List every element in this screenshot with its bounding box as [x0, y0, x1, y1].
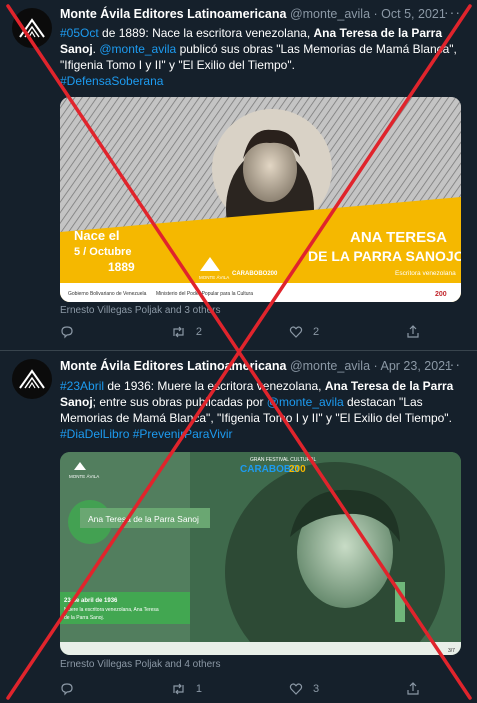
- share-icon: [407, 325, 419, 338]
- svg-text:1889: 1889: [108, 260, 135, 274]
- svg-text:200: 200: [289, 464, 306, 475]
- svg-text:200: 200: [435, 291, 447, 298]
- banner-graphic: Nace el 5 / Octubre 1889 ANA TERESA DE L…: [60, 97, 461, 302]
- svg-text:DE LA PARRA SANOJO: DE LA PARRA SANOJO: [308, 248, 461, 264]
- retweet-button[interactable]: 1: [171, 682, 202, 696]
- banner-graphic: MONTE ÁVILA GRAN FESTIVAL CULTURAL CARAB…: [60, 452, 461, 655]
- retweet-icon: [173, 326, 184, 338]
- like-count: 2: [312, 326, 320, 338]
- tweet-image[interactable]: MONTE ÁVILA GRAN FESTIVAL CULTURAL CARAB…: [60, 452, 461, 655]
- avatar-logo-icon: [19, 18, 45, 38]
- svg-text:Muere la escritora venezolana,: Muere la escritora venezolana, Ana Teres…: [64, 607, 159, 613]
- svg-text:de la Parra Sanoj.: de la Parra Sanoj.: [64, 615, 104, 621]
- more-icon[interactable]: ···: [444, 4, 461, 20]
- share-button[interactable]: [406, 682, 420, 696]
- tweet-text: #05Oct de 1889: Nace la escritora venezo…: [60, 26, 457, 88]
- svg-text:Ministerio del Poder Popular p: Ministerio del Poder Popular para la Cul…: [156, 291, 253, 297]
- reply-button[interactable]: [60, 325, 84, 339]
- mention-link[interactable]: @monte_avila: [267, 395, 344, 409]
- svg-text:Escritora venezolana: Escritora venezolana: [395, 270, 456, 277]
- avatar[interactable]: [12, 359, 52, 399]
- tagged-users[interactable]: Ernesto Villegas Poljak and 4 others: [60, 659, 220, 670]
- hashtag-link[interactable]: #DiaDelLibro: [60, 427, 129, 441]
- share-button[interactable]: [406, 325, 420, 339]
- hashtag-link[interactable]: #PrevenirParaVivir: [133, 427, 233, 441]
- like-button[interactable]: 3: [289, 682, 319, 696]
- reply-icon: [61, 326, 73, 339]
- retweet-count: 1: [195, 683, 203, 695]
- author-handle[interactable]: @monte_avila: [290, 359, 370, 373]
- retweet-icon: [173, 683, 184, 695]
- birth-label: Nace el: [74, 228, 120, 243]
- reply-icon: [61, 683, 73, 696]
- tweet-1[interactable]: Monte Ávila Editores Latinoamericana @mo…: [0, 0, 477, 350]
- svg-text:Gobierno Bolivariano de Venezu: Gobierno Bolivariano de Venezuela: [68, 291, 147, 297]
- name-box: Ana Teresa de la Parra Sanoj: [88, 514, 199, 524]
- tweet-actions: 2 2: [60, 325, 420, 339]
- more-icon[interactable]: ···: [444, 356, 461, 372]
- tweet-2[interactable]: Monte Ávila Editores Latinoamericana @mo…: [0, 351, 477, 703]
- like-button[interactable]: 2: [289, 325, 319, 339]
- share-icon: [407, 682, 419, 695]
- author-name[interactable]: Monte Ávila Editores Latinoamericana: [60, 7, 286, 21]
- avatar-logo-icon: [19, 369, 45, 389]
- tweet-header: Monte Ávila Editores Latinoamericana @mo…: [60, 7, 446, 21]
- svg-text:CARABOBO200: CARABOBO200: [232, 271, 278, 277]
- avatar[interactable]: [12, 8, 52, 48]
- like-icon: [289, 326, 303, 338]
- tweet-date[interactable]: Apr 23, 2021: [380, 359, 452, 373]
- svg-text:MONTE ÁVILA: MONTE ÁVILA: [199, 274, 229, 280]
- banner-name: ANA TERESA: [350, 229, 447, 246]
- tweet-image[interactable]: Nace el 5 / Octubre 1889 ANA TERESA DE L…: [60, 97, 461, 302]
- tweet-text: #23Abril de 1936: Muere la escritora ven…: [60, 379, 454, 441]
- svg-text:MONTE ÁVILA: MONTE ÁVILA: [69, 473, 99, 479]
- like-icon: [289, 683, 303, 695]
- svg-text:23 de abril de 1936: 23 de abril de 1936: [64, 598, 118, 604]
- tweet-date[interactable]: Oct 5, 2021: [381, 7, 446, 21]
- svg-text:GRAN FESTIVAL CULTURAL: GRAN FESTIVAL CULTURAL: [250, 457, 317, 463]
- author-handle[interactable]: @monte_avila: [290, 7, 370, 21]
- hashtag-link[interactable]: #23Abril: [60, 379, 104, 393]
- like-count: 3: [312, 683, 320, 695]
- author-name[interactable]: Monte Ávila Editores Latinoamericana: [60, 359, 286, 373]
- hashtag-link[interactable]: #DefensaSoberana: [60, 74, 163, 88]
- reply-button[interactable]: [60, 682, 84, 696]
- retweet-button[interactable]: 2: [171, 325, 202, 339]
- svg-text:5 / Octubre: 5 / Octubre: [74, 246, 131, 258]
- hashtag-link[interactable]: #05Oct: [60, 26, 99, 40]
- mention-link[interactable]: @monte_avila: [99, 42, 176, 56]
- tweet-actions: 1 3: [60, 682, 420, 696]
- svg-text:3/7: 3/7: [448, 648, 455, 654]
- tweet-header: Monte Ávila Editores Latinoamericana @mo…: [60, 359, 453, 373]
- tagged-users[interactable]: Ernesto Villegas Poljak and 3 others: [60, 305, 220, 316]
- retweet-count: 2: [195, 326, 203, 338]
